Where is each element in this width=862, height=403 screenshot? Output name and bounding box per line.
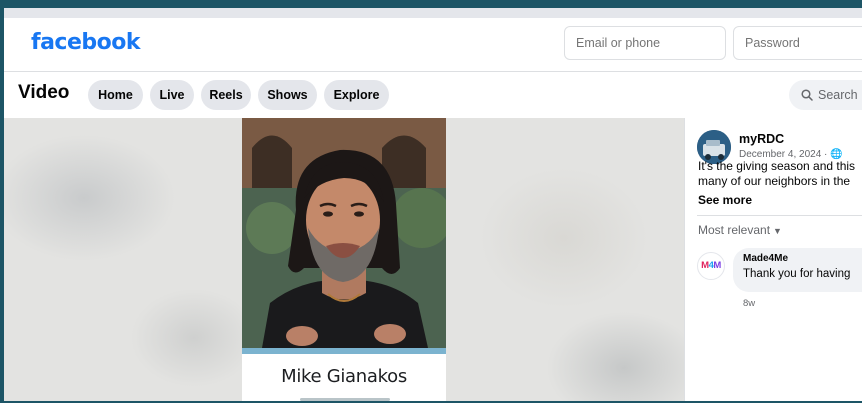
video-caption: Mike Gianakos xyxy=(242,348,446,401)
tab-live[interactable]: Live xyxy=(150,80,194,110)
video-player[interactable]: Mike Gianakos xyxy=(242,118,446,401)
search-box[interactable]: Search xyxy=(789,80,862,110)
search-icon xyxy=(801,89,813,101)
email-field[interactable] xyxy=(564,26,726,60)
search-label: Search xyxy=(818,88,858,102)
see-more-link[interactable]: See more xyxy=(698,193,752,207)
tab-explore[interactable]: Explore xyxy=(324,80,389,110)
comment-time[interactable]: 8w xyxy=(743,298,755,309)
divider xyxy=(697,215,862,216)
comment-text: Thank you for having xyxy=(743,268,851,280)
caret-down-icon: ▼ xyxy=(773,226,782,236)
commenter-avatar[interactable]: M4M xyxy=(697,252,725,280)
post-text-line: many of our neighbors in the xyxy=(698,174,851,188)
post-author[interactable]: myRDC xyxy=(739,132,784,146)
caption-name: Mike Gianakos xyxy=(281,366,407,387)
top-header: facebook xyxy=(4,18,862,72)
page-title: Video xyxy=(18,82,70,103)
tab-shows[interactable]: Shows xyxy=(258,80,317,110)
comment-sort-dropdown[interactable]: Most relevant ▼ xyxy=(698,223,782,237)
video-nav-bar: Video Home Live Reels Shows Explore Sear… xyxy=(4,72,862,118)
top-strip xyxy=(4,8,862,18)
sort-label: Most relevant xyxy=(698,223,771,237)
browser-frame: facebook Video Home Live Reels Shows Exp… xyxy=(4,8,862,401)
password-field[interactable] xyxy=(733,26,862,60)
tab-home[interactable]: Home xyxy=(88,80,143,110)
post-text: It's the giving season and this many of … xyxy=(698,159,862,189)
post-side-panel: myRDC December 4, 2024 · 🌐 It's the givi… xyxy=(684,118,862,401)
caption-subtitle-bar xyxy=(300,398,390,401)
video-stage[interactable]: Mike Gianakos xyxy=(4,118,684,401)
tab-reels[interactable]: Reels xyxy=(201,80,251,110)
facebook-logo[interactable]: facebook xyxy=(31,30,141,55)
post-text-line: It's the giving season and this xyxy=(698,159,856,173)
comment-author[interactable]: Made4Me xyxy=(743,253,788,264)
video-frame-image xyxy=(242,118,446,348)
